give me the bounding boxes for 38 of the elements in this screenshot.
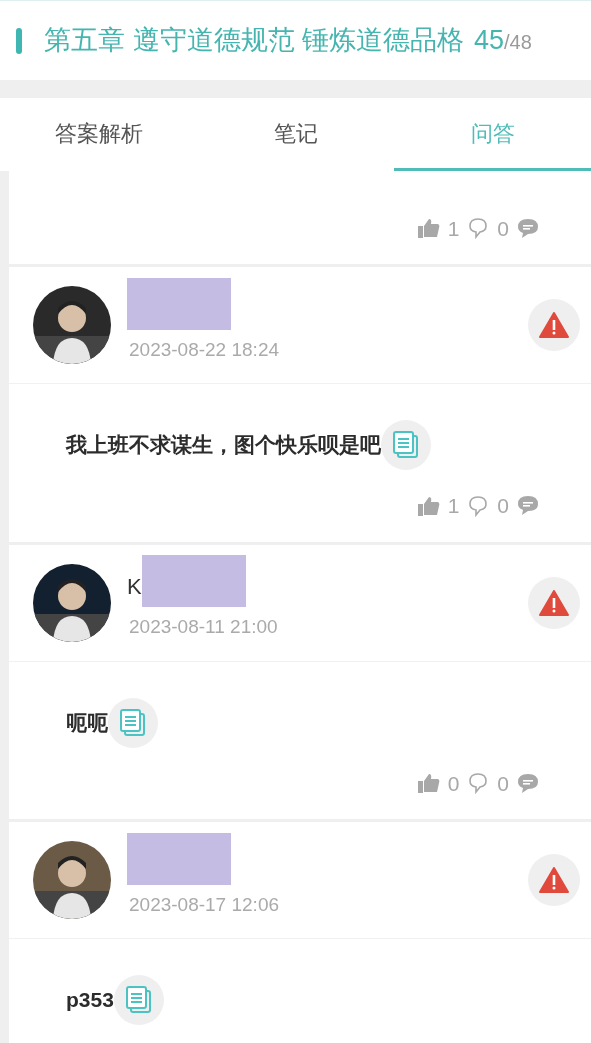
like-count: 1 [447, 493, 460, 519]
user-name: K [127, 573, 142, 602]
post-time: 2023-08-22 18:24 [128, 337, 280, 362]
like-count: 0 [447, 770, 460, 797]
comment-icon[interactable] [517, 217, 539, 239]
note-button[interactable] [381, 420, 431, 470]
note-button[interactable] [108, 697, 158, 748]
document-icon [393, 431, 419, 459]
speech-bubble-icon[interactable] [467, 772, 490, 795]
second-count: 0 [497, 215, 509, 242]
like-count: 1 [447, 215, 460, 242]
speech-bubble-icon[interactable] [467, 217, 490, 240]
speech-bubble-icon[interactable] [467, 494, 490, 517]
report-button[interactable] [528, 854, 580, 906]
document-icon [125, 986, 152, 1014]
report-button[interactable] [528, 299, 580, 351]
accent-bar [16, 27, 22, 54]
comment-icon[interactable] [517, 495, 539, 517]
thumbs-up-icon[interactable] [417, 218, 440, 239]
post-time: 2023-08-17 12:06 [128, 892, 280, 917]
tab[interactable]: 答案解析 [0, 98, 197, 171]
warning-icon [539, 867, 569, 893]
warning-icon [539, 312, 569, 338]
post-text: 呃呃 [66, 709, 108, 736]
document-icon [120, 708, 146, 737]
second-count: 0 [497, 493, 509, 519]
question-counter: 45/48 [474, 24, 532, 58]
warning-icon [539, 589, 569, 616]
post-text: 我上班不求谋生，图个快乐呗是吧 [66, 432, 381, 459]
chapter-title: 第五章 遵守道德规范 锤炼道德品格 [44, 24, 464, 58]
thumbs-up-icon[interactable] [417, 495, 440, 516]
post-time: 2023-08-11 21:00 [128, 615, 279, 640]
thumbs-up-icon[interactable] [417, 773, 440, 794]
note-button[interactable] [113, 975, 164, 1025]
second-count: 0 [497, 770, 509, 797]
post-text: p353 [66, 987, 114, 1014]
comment-icon[interactable] [517, 772, 539, 794]
tab[interactable]: 笔记 [197, 98, 394, 171]
